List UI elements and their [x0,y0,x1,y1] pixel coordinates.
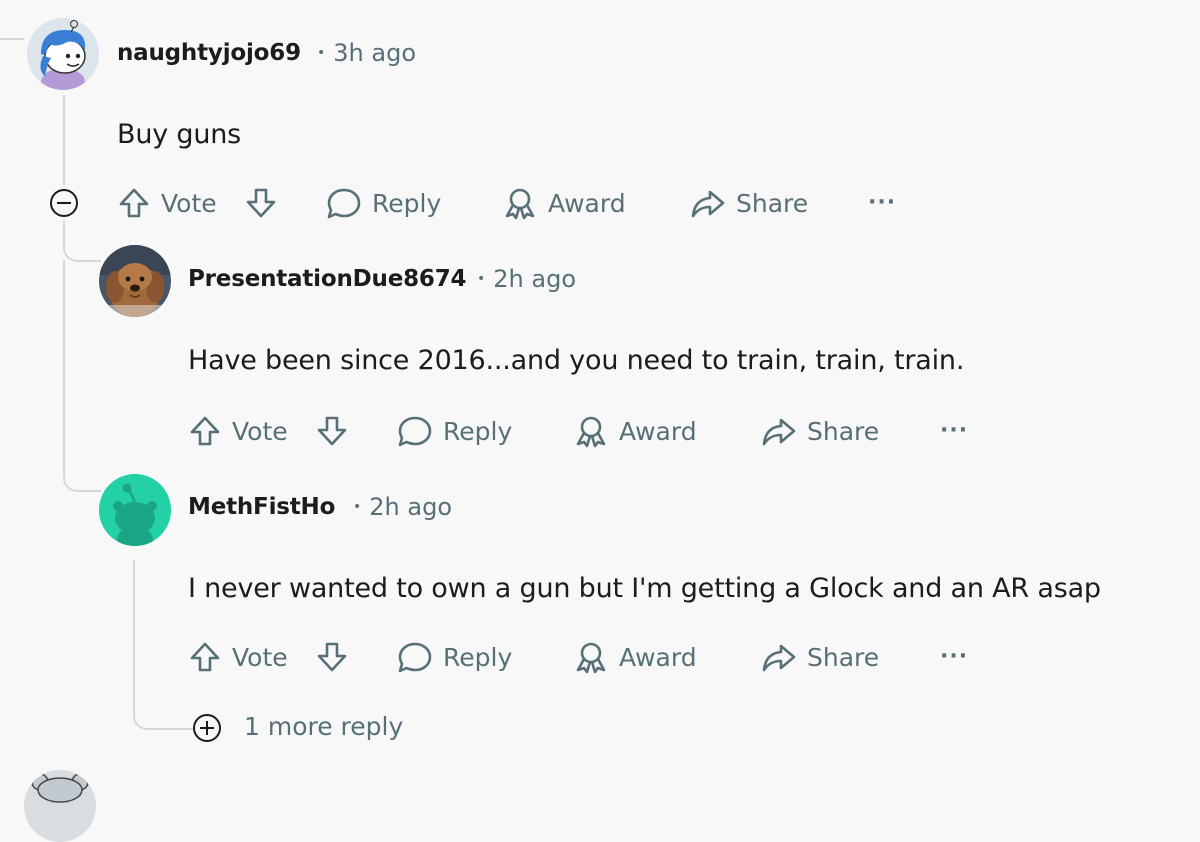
thread-line-reply-2 [133,560,135,700]
avatar[interactable] [27,18,99,90]
award-button[interactable]: Award [502,183,626,223]
separator-dot: • [353,499,362,515]
share-arrow-icon [691,190,725,218]
separator-dot: • [477,271,486,287]
thread-elbow-more [133,690,193,730]
award-ribbon-icon [576,642,606,674]
downvote-button[interactable] [315,411,349,451]
award-ribbon-icon [505,188,535,220]
upvote-arrow-icon [190,642,220,672]
comment-body: Buy guns [117,119,242,150]
comment-body: Have been since 2016...and you need to t… [188,345,965,376]
award-ribbon-icon [576,416,606,448]
more-replies-link[interactable]: 1 more reply [244,712,403,741]
expand-replies-icon[interactable] [193,714,221,742]
default-snoo-avatar-icon [99,474,171,546]
comment-timestamp[interactable]: • 2h ago [477,265,576,293]
share-label: Share [736,188,809,218]
award-label: Award [548,188,626,218]
comment-username[interactable]: MethFistHo [188,494,335,520]
vote-label: Vote [232,416,288,446]
upvote-button[interactable]: Vote [117,183,217,223]
vote-label: Vote [232,642,288,672]
award-button[interactable]: Award [573,411,697,451]
snoo-avatar-icon [24,770,96,842]
award-label: Award [619,416,697,446]
speech-bubble-icon [327,188,361,219]
award-button[interactable]: Award [573,637,697,677]
reply-label: Reply [443,642,513,672]
downvote-button[interactable] [244,183,278,223]
award-label: Award [619,642,697,672]
upvote-arrow-icon [119,188,149,218]
more-options-button[interactable]: ··· [940,418,968,443]
snoo-blue-hair-avatar-icon [27,18,99,90]
thread-line-root-lower [63,260,65,460]
reply-button[interactable]: Reply [326,183,441,223]
thread-line-top [0,38,24,40]
share-label: Share [807,416,880,446]
upvote-arrow-icon [190,416,220,446]
avatar[interactable] [24,770,96,842]
avatar[interactable] [99,474,171,546]
share-button[interactable]: Share [761,637,879,677]
thread-elbow-reply-1 [63,220,101,262]
collapse-thread-button[interactable] [50,189,78,217]
share-arrow-icon [762,418,796,446]
more-options-button[interactable]: ··· [940,644,968,669]
downvote-arrow-icon [246,188,276,218]
upvote-button[interactable]: Vote [188,637,288,677]
comment-username[interactable]: PresentationDue8674 [188,266,467,292]
share-arrow-icon [762,644,796,672]
downvote-arrow-icon [317,416,347,446]
downvote-arrow-icon [317,642,347,672]
speech-bubble-icon [398,416,432,447]
thread-elbow-reply-2 [63,450,101,492]
comment-username[interactable]: naughtyjojo69 [117,40,301,66]
reply-button[interactable]: Reply [397,411,512,451]
time-label: 2h ago [369,493,452,521]
upvote-button[interactable]: Vote [188,411,288,451]
reply-button[interactable]: Reply [397,637,512,677]
comment-timestamp[interactable]: • 2h ago [353,493,452,521]
dog-photo-avatar-icon [99,245,171,317]
comment-timestamp[interactable]: • 3h ago [317,39,416,67]
avatar[interactable] [99,245,171,317]
thread-line-root [63,95,65,185]
share-button[interactable]: Share [761,411,879,451]
share-button[interactable]: Share [690,183,808,223]
vote-label: Vote [161,188,217,218]
share-label: Share [807,642,880,672]
more-options-button[interactable]: ··· [868,190,896,215]
comment-body: I never wanted to own a gun but I'm gett… [188,573,1101,604]
downvote-button[interactable] [315,637,349,677]
speech-bubble-icon [398,642,432,673]
reply-label: Reply [443,416,513,446]
reply-label: Reply [372,188,442,218]
time-label: 3h ago [333,39,416,67]
separator-dot: • [317,45,326,61]
time-label: 2h ago [493,265,576,293]
